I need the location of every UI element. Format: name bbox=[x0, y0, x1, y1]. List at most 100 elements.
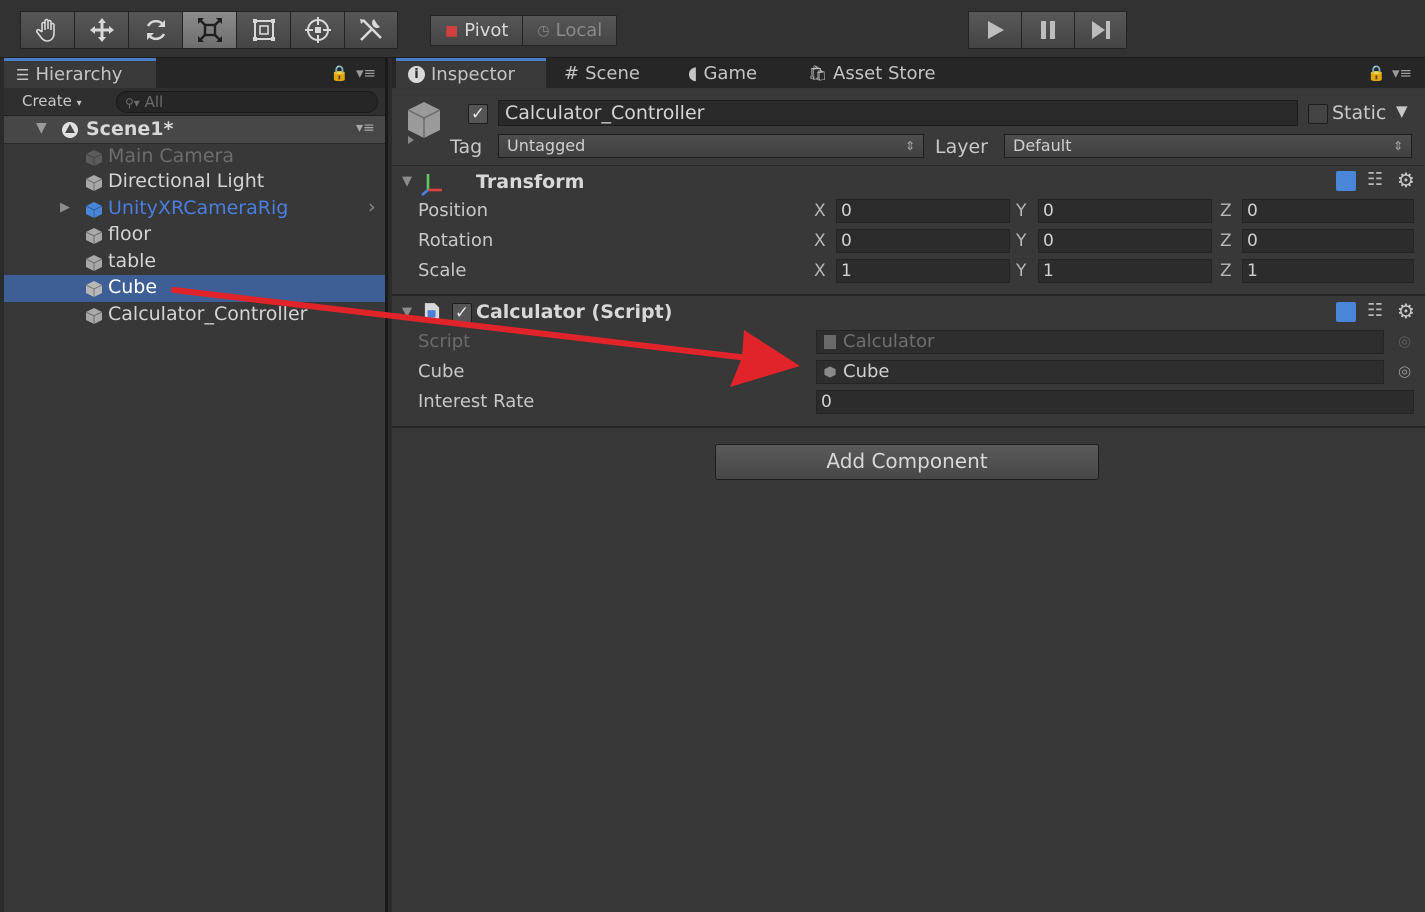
scene-name: Scene1* bbox=[86, 118, 174, 140]
inspector-panel: i Inspector # Scene ◖ Game 🛍 Asset Store… bbox=[392, 58, 1425, 912]
object-name-field[interactable]: Calculator_Controller bbox=[498, 100, 1298, 126]
tab-hierarchy[interactable]: ☰ Hierarchy bbox=[4, 58, 156, 88]
calculator-script-header[interactable]: ▼ ✓ Calculator (Script) ☷ ⚙ bbox=[392, 298, 1425, 328]
active-checkbox[interactable]: ✓ bbox=[468, 104, 488, 124]
unity-scene-icon bbox=[62, 122, 78, 138]
info-icon: i bbox=[408, 66, 425, 83]
lock-icon[interactable]: 🔒 bbox=[1367, 64, 1386, 82]
object-picker-icon[interactable]: ◎ bbox=[1398, 362, 1411, 380]
position-x-field[interactable]: 0 bbox=[836, 199, 1010, 223]
axis-y-label: Y bbox=[1016, 201, 1027, 221]
updown-icon: ⇕ bbox=[1392, 139, 1403, 153]
add-component-button[interactable]: Add Component bbox=[715, 444, 1099, 480]
axis-y-label: Y bbox=[1016, 261, 1027, 281]
hierarchy-item-xr-camera-rig[interactable]: ▶ UnityXRCameraRig › bbox=[4, 196, 385, 223]
layer-value: Default bbox=[1013, 136, 1072, 155]
expand-arrow-icon[interactable]: ▼ bbox=[36, 120, 47, 136]
rotate-tool-button[interactable] bbox=[128, 11, 182, 49]
component-divider bbox=[392, 426, 1425, 428]
cube-object-field[interactable]: Cube bbox=[816, 360, 1384, 384]
gameobject-cube-icon bbox=[85, 150, 103, 166]
hierarchy-search-input[interactable]: ⚲▾ All bbox=[116, 91, 378, 113]
static-dropdown-icon[interactable]: ▼ bbox=[1396, 102, 1408, 120]
preset-sliders-icon[interactable]: ☷ bbox=[1367, 300, 1383, 321]
hand-tool-button[interactable] bbox=[20, 11, 74, 49]
axis-z-label: Z bbox=[1220, 261, 1232, 281]
transform-tool-button[interactable] bbox=[290, 11, 344, 49]
pause-icon bbox=[1041, 21, 1055, 39]
pause-button[interactable] bbox=[1021, 11, 1074, 49]
scale-x-field[interactable]: 1 bbox=[836, 259, 1010, 283]
panel-menu-icon[interactable]: ▾≡ bbox=[356, 64, 376, 82]
script-enabled-checkbox[interactable]: ✓ bbox=[452, 303, 472, 323]
hierarchy-item-floor[interactable]: floor bbox=[4, 222, 385, 249]
step-button[interactable] bbox=[1074, 11, 1127, 49]
tab-game[interactable]: ◖ Game bbox=[676, 58, 769, 88]
static-checkbox[interactable] bbox=[1308, 104, 1328, 124]
tab-inspector[interactable]: i Inspector bbox=[396, 58, 546, 88]
scale-y-field[interactable]: 1 bbox=[1038, 259, 1212, 283]
position-y-field[interactable]: 0 bbox=[1038, 199, 1212, 223]
tag-value: Untagged bbox=[507, 136, 586, 155]
transform-tools bbox=[20, 11, 398, 49]
create-dropdown[interactable]: Create ▾ bbox=[22, 92, 82, 110]
grid-icon: # bbox=[564, 62, 580, 84]
hierarchy-item-main-camera[interactable]: Main Camera bbox=[4, 144, 385, 171]
transform-component-header[interactable]: ▼ Transform ☷ ⚙ bbox=[392, 168, 1425, 198]
scale-z-field[interactable]: 1 bbox=[1242, 259, 1414, 283]
pivot-toggle-group: ■ Pivot ◷ Local bbox=[430, 15, 618, 46]
foldout-arrow-icon[interactable]: ▼ bbox=[402, 174, 412, 189]
gameobject-cube-icon bbox=[407, 102, 441, 144]
rotation-z-field[interactable]: 0 bbox=[1242, 229, 1414, 253]
hierarchy-item-calculator-controller[interactable]: Calculator_Controller bbox=[4, 302, 385, 329]
gameobject-cube-icon bbox=[85, 281, 103, 297]
game-tab-label: Game bbox=[703, 62, 758, 84]
gear-icon[interactable]: ⚙ bbox=[1397, 299, 1415, 323]
help-book-icon[interactable] bbox=[1336, 302, 1356, 322]
hierarchy-item-table[interactable]: table bbox=[4, 249, 385, 276]
panel-menu-icon[interactable]: ▾≡ bbox=[1392, 64, 1412, 82]
rect-tool-button[interactable] bbox=[236, 11, 290, 49]
gameobject-cube-icon bbox=[85, 308, 103, 324]
help-book-icon[interactable] bbox=[1336, 171, 1356, 191]
position-z-field[interactable]: 0 bbox=[1242, 199, 1414, 223]
play-button[interactable] bbox=[968, 11, 1021, 49]
layer-dropdown[interactable]: Default ⇕ bbox=[1004, 134, 1412, 158]
axis-x-label: X bbox=[814, 201, 826, 221]
foldout-arrow-icon[interactable]: ▼ bbox=[402, 305, 412, 320]
move-tool-button[interactable] bbox=[74, 11, 128, 49]
transform-title: Transform bbox=[476, 171, 585, 193]
chevron-right-icon[interactable]: › bbox=[368, 196, 376, 218]
gameobject-cube-icon bbox=[85, 228, 103, 244]
search-placeholder: All bbox=[144, 93, 164, 111]
interest-rate-field[interactable]: 0 bbox=[816, 390, 1414, 414]
local-label: Local bbox=[555, 20, 603, 41]
hierarchy-item-cube[interactable]: Cube bbox=[4, 275, 385, 302]
rotation-y-field[interactable]: 0 bbox=[1038, 229, 1212, 253]
gameobject-cube-icon bbox=[85, 175, 103, 191]
hierarchy-tab-label: Hierarchy bbox=[35, 64, 123, 85]
item-label: Calculator_Controller bbox=[108, 303, 308, 325]
hand-icon bbox=[35, 18, 55, 42]
tab-asset-store[interactable]: 🛍 Asset Store bbox=[796, 58, 948, 88]
gameobject-cube-icon bbox=[824, 366, 836, 378]
scene-root-row[interactable]: ▼ Scene1* ▾≡ bbox=[4, 116, 385, 144]
scale-tool-button[interactable] bbox=[182, 11, 236, 49]
rotation-x-field[interactable]: 0 bbox=[836, 229, 1010, 253]
gear-icon[interactable]: ⚙ bbox=[1397, 168, 1415, 192]
preset-sliders-icon[interactable]: ☷ bbox=[1367, 169, 1383, 190]
tag-dropdown[interactable]: Untagged ⇕ bbox=[498, 134, 924, 158]
local-button[interactable]: ◷ Local bbox=[523, 15, 618, 46]
transform-axes-icon bbox=[421, 174, 442, 196]
axis-z-label: Z bbox=[1220, 201, 1232, 221]
lock-icon[interactable]: 🔒 bbox=[330, 64, 349, 82]
custom-tool-button[interactable] bbox=[344, 11, 398, 49]
playback-controls bbox=[968, 11, 1127, 49]
expand-arrow-icon[interactable]: ▶ bbox=[60, 200, 70, 215]
hierarchy-item-directional-light[interactable]: Directional Light bbox=[4, 169, 385, 196]
updown-icon: ⇕ bbox=[904, 139, 915, 153]
scene-menu-icon[interactable]: ▾≡ bbox=[356, 120, 375, 136]
chevron-down-icon: ▾ bbox=[76, 98, 82, 109]
pivot-button[interactable]: ■ Pivot bbox=[430, 15, 524, 46]
tab-scene[interactable]: # Scene bbox=[552, 58, 652, 88]
